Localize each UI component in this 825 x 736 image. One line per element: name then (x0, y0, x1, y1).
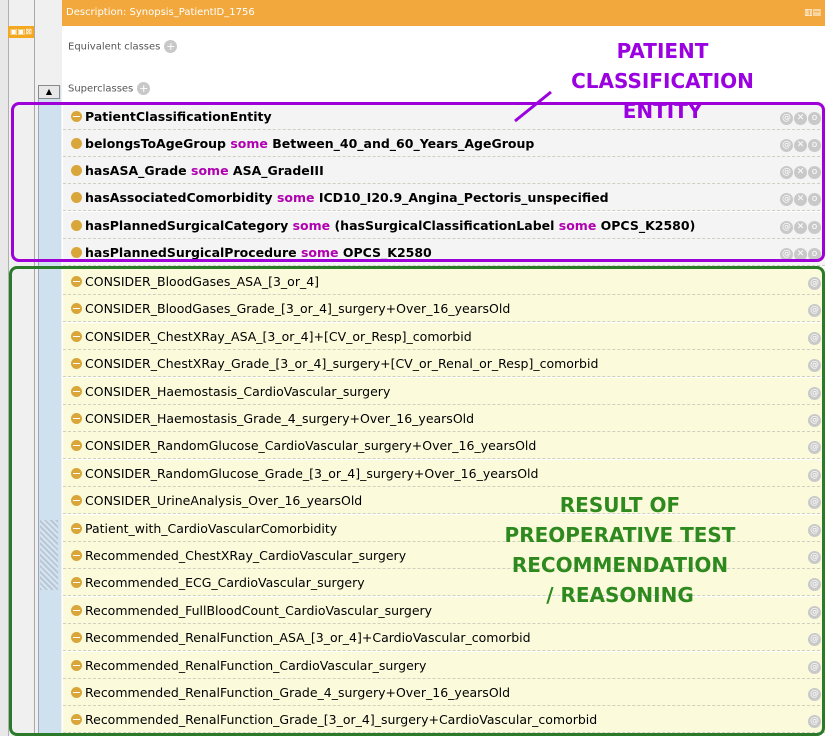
annotation-line: PREOPERATIVE TEST (504, 523, 736, 547)
annotation-line: PATIENT (616, 39, 709, 63)
annotation-arrow-line (514, 90, 552, 123)
annotation-line: CLASSIFICATION (571, 69, 754, 93)
annotation-line: RECOMMENDATION (511, 553, 729, 577)
patient-classification-annotation: PATIENT CLASSIFICATION ENTITY (555, 36, 770, 126)
result-annotation: RESULT OF PREOPERATIVE TEST RECOMMENDATION… (470, 490, 770, 610)
annotation-line: RESULT OF (559, 493, 681, 517)
annotation-line: / REASONING (546, 583, 694, 607)
annotation-line: ENTITY (622, 99, 703, 123)
